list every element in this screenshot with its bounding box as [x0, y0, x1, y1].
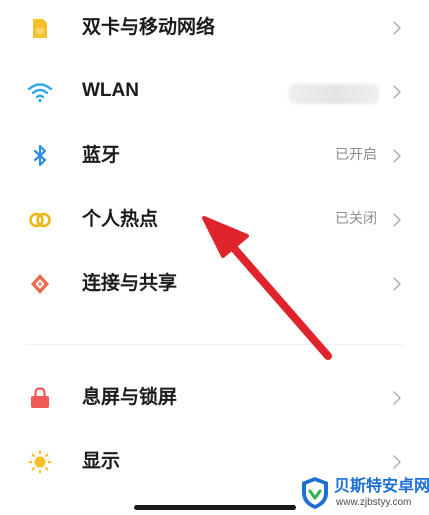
settings-item-sim-mobile-network[interactable]: 双卡与移动网络	[0, 0, 429, 56]
settings-item-lock-screen[interactable]: 息屏与锁屏	[0, 370, 429, 426]
settings-item-label: WLAN	[82, 80, 139, 101]
watermark-name: 贝斯特安卓网	[334, 476, 429, 495]
chevron-right-icon	[393, 213, 401, 227]
hotspot-icon	[29, 212, 51, 228]
settings-item-personal-hotspot[interactable]: 个人热点 已关闭	[0, 192, 429, 248]
site-watermark: 贝斯特安卓网 www.zjbstyy.com	[300, 474, 429, 515]
settings-item-label: 息屏与锁屏	[82, 386, 178, 408]
wifi-icon	[27, 83, 53, 103]
chevron-right-icon	[393, 277, 401, 291]
hotspot-status: 已关闭	[335, 211, 377, 227]
settings-item-label: 双卡与移动网络	[82, 16, 216, 38]
home-indicator[interactable]	[134, 505, 296, 510]
settings-item-label: 蓝牙	[82, 144, 121, 166]
lock-icon	[31, 387, 49, 408]
settings-item-bluetooth[interactable]: 蓝牙 已开启	[0, 128, 429, 184]
settings-item-label: 连接与共享	[82, 272, 178, 294]
sim-card-icon	[33, 19, 47, 38]
settings-item-label: 个人热点	[82, 208, 159, 230]
section-divider	[26, 344, 403, 345]
sun-icon	[28, 450, 52, 474]
settings-item-label: 显示	[82, 450, 121, 472]
bluetooth-icon	[33, 144, 47, 167]
connection-sharing-icon	[31, 274, 49, 294]
chevron-right-icon	[393, 455, 401, 469]
chevron-right-icon	[393, 21, 401, 35]
watermark-url: www.zjbstyy.com	[336, 497, 412, 508]
bluetooth-status: 已开启	[335, 147, 377, 163]
shield-logo-icon	[302, 477, 328, 509]
chevron-right-icon	[393, 85, 401, 99]
settings-screen: 双卡与移动网络 WLAN 蓝牙 已开启 个人热点 已关闭 连接与共享 息屏与锁屏…	[0, 0, 429, 515]
chevron-right-icon	[393, 391, 401, 405]
settings-item-connection-sharing[interactable]: 连接与共享	[0, 256, 429, 312]
wlan-network-name-blurred	[289, 84, 379, 104]
chevron-right-icon	[393, 149, 401, 163]
